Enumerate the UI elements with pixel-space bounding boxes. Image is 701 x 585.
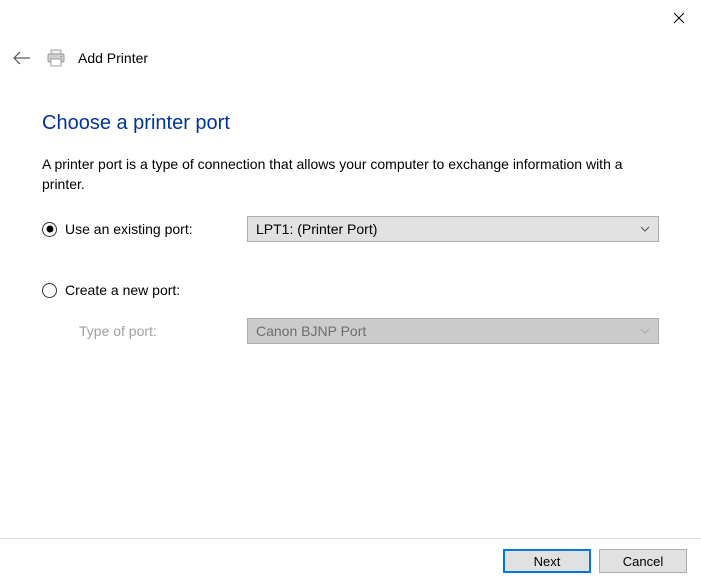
chevron-down-icon xyxy=(640,326,650,336)
port-type-dropdown: Canon BJNP Port xyxy=(247,318,659,344)
port-type-dropdown-value: Canon BJNP Port xyxy=(256,323,366,339)
wizard-title: Add Printer xyxy=(78,50,148,66)
existing-port-dropdown[interactable]: LPT1: (Printer Port) xyxy=(247,216,659,242)
footer-divider xyxy=(0,538,701,539)
existing-port-dropdown-value: LPT1: (Printer Port) xyxy=(256,221,377,237)
create-port-radio-group[interactable]: Create a new port: xyxy=(42,282,247,298)
description-text: A printer port is a type of connection t… xyxy=(42,155,659,194)
close-icon[interactable] xyxy=(671,10,687,26)
page-title: Choose a printer port xyxy=(42,112,659,135)
existing-port-label: Use an existing port: xyxy=(65,221,193,237)
existing-port-row: Use an existing port: LPT1: (Printer Por… xyxy=(42,216,659,242)
port-type-row: Type of port: Canon BJNP Port xyxy=(42,318,659,344)
wizard-header: Add Printer xyxy=(0,36,701,78)
cancel-button[interactable]: Cancel xyxy=(599,549,687,573)
create-port-radio[interactable] xyxy=(42,283,57,298)
create-port-label: Create a new port: xyxy=(65,282,180,298)
existing-port-radio-group[interactable]: Use an existing port: xyxy=(42,221,247,237)
existing-port-radio[interactable] xyxy=(42,222,57,237)
chevron-down-icon xyxy=(640,224,650,234)
titlebar xyxy=(0,0,701,36)
button-row: Next Cancel xyxy=(503,549,687,573)
content-area: Choose a printer port A printer port is … xyxy=(0,78,701,344)
printer-icon xyxy=(46,48,66,68)
next-button[interactable]: Next xyxy=(503,549,591,573)
port-type-label: Type of port: xyxy=(79,323,247,339)
back-arrow-icon[interactable] xyxy=(10,46,34,70)
create-port-row: Create a new port: xyxy=(42,282,659,298)
